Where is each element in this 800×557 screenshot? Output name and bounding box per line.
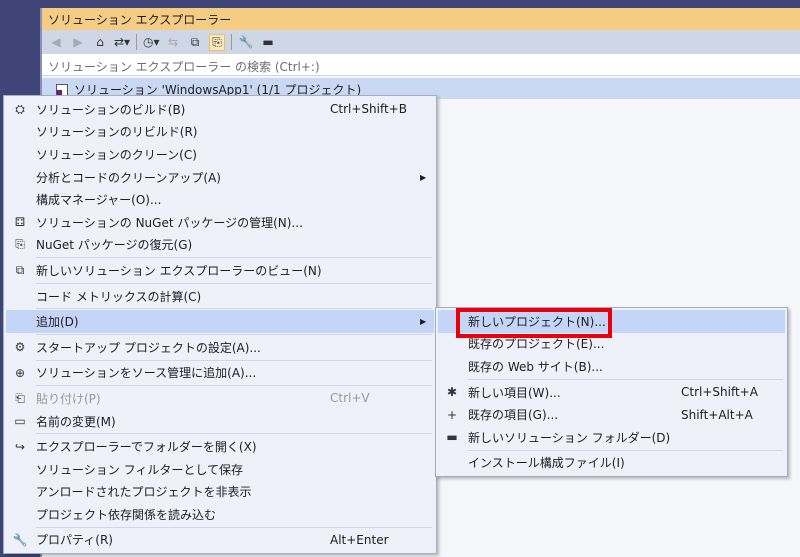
menu-separator bbox=[36, 526, 432, 528]
menu-item-label: プロジェクト依存関係を読み込む bbox=[36, 507, 217, 522]
home-icon[interactable]: ⌂ bbox=[92, 35, 108, 49]
menu-item[interactable]: 追加(D) ▶ bbox=[6, 310, 434, 333]
sync-icon[interactable]: ⇆ bbox=[165, 35, 181, 49]
menu-item[interactable]: + 既存の項目(G)... Shift+Alt+A bbox=[438, 403, 785, 426]
preview-icon[interactable]: ▬ bbox=[260, 35, 276, 49]
menu-item-icon: ✱ bbox=[446, 385, 458, 400]
menu-item-icon: ⎗ bbox=[15, 390, 25, 405]
menu-item-label: ソリューション フィルターとして保存 bbox=[36, 462, 243, 477]
menu-item-label: ソリューションのクリーン(C) bbox=[36, 147, 197, 162]
menu-item[interactable]: ✱ 新しい項目(W)... Ctrl+Shift+A bbox=[438, 381, 785, 404]
menu-item-shortcut: Alt+Enter bbox=[330, 532, 389, 547]
submenu-arrow-icon: ▶ bbox=[420, 317, 427, 327]
menu-item-label: スタートアップ プロジェクトの設定(A)... bbox=[36, 340, 261, 355]
menu-item-label: ソリューションのビルド(B) bbox=[36, 102, 186, 117]
menu-item-icon: ⛭ bbox=[15, 101, 25, 116]
menu-item-label: ソリューションのリビルド(R) bbox=[36, 125, 198, 140]
menu-separator bbox=[468, 378, 783, 380]
menu-item-label: NuGet パッケージの復元(G) bbox=[36, 238, 193, 253]
menu-item-icon: ⎘ bbox=[15, 237, 25, 252]
menu-separator bbox=[36, 359, 432, 361]
toolbar-separator bbox=[136, 34, 137, 50]
menu-item-label: 貼り付け(P) bbox=[36, 391, 101, 406]
menu-separator bbox=[36, 282, 432, 284]
solution-icon bbox=[56, 83, 68, 96]
menu-item-label: インストール構成ファイル(I) bbox=[468, 456, 625, 471]
menu-item-label: コード メトリックスの計算(C) bbox=[36, 289, 202, 304]
menu-item-label: プロパティ(R) bbox=[36, 533, 113, 548]
menu-item-label: ソリューションの NuGet パッケージの管理(N)... bbox=[36, 215, 303, 230]
menu-item-shortcut: Shift+Alt+A bbox=[681, 407, 753, 422]
menu-item-icon: ▬ bbox=[446, 430, 458, 445]
menu-item[interactable]: プロジェクト依存関係を読み込む bbox=[6, 503, 434, 526]
menu-separator bbox=[468, 449, 783, 451]
menu-item[interactable]: ⛭ ソリューションのビルド(B) Ctrl+Shift+B bbox=[6, 98, 434, 121]
menu-item-icon: ▭ bbox=[14, 414, 26, 429]
context-menu: ⛭ ソリューションのビルド(B) Ctrl+Shift+B ソリューションのリビルド(… bbox=[3, 95, 437, 555]
menu-item-icon: ↪ bbox=[14, 439, 26, 454]
toolbar: ◀ ▶ ⌂ ⇄▾ ◷▾ ⇆ ⧉ ⎘ 🔧 ▬ bbox=[42, 30, 800, 54]
menu-item-icon: ⧉ bbox=[15, 262, 25, 277]
menu-item[interactable]: ソリューションのリビルド(R) bbox=[6, 121, 434, 144]
menu-item-label: 分析とコードのクリーンアップ(A) bbox=[36, 170, 221, 185]
menu-item-icon: ⚃ bbox=[14, 215, 26, 230]
menu-item-label: 既存の Web サイト(B)... bbox=[468, 359, 603, 374]
menu-item[interactable]: インストール構成ファイル(I) bbox=[438, 452, 785, 475]
menu-item[interactable]: 既存の Web サイト(B)... bbox=[438, 355, 785, 378]
menu-item[interactable]: ⧉ 新しいソリューション エクスプローラーのビュー(N) bbox=[6, 259, 434, 282]
menu-item-label: ソリューションをソース管理に追加(A)... bbox=[36, 366, 257, 381]
submenu-arrow-icon: ▶ bbox=[420, 172, 427, 182]
menu-item[interactable]: ▬ 新しいソリューション フォルダー(D) bbox=[438, 426, 785, 449]
switch-views-icon[interactable]: ⇄▾ bbox=[114, 35, 130, 49]
properties-icon[interactable]: 🔧 bbox=[238, 35, 254, 49]
menu-separator bbox=[36, 257, 432, 259]
menu-item-shortcut: Ctrl+Shift+A bbox=[681, 385, 758, 400]
menu-item-label: 新しいソリューション エクスプローラーのビュー(N) bbox=[36, 263, 322, 278]
menu-item[interactable]: ソリューションのクリーン(C) bbox=[6, 143, 434, 166]
menu-item[interactable]: ↪ エクスプローラーでフォルダーを開く(X) bbox=[6, 435, 434, 458]
forward-icon[interactable]: ▶ bbox=[70, 35, 86, 49]
menu-item[interactable]: 🔧 プロパティ(R) Alt+Enter bbox=[6, 529, 434, 552]
highlight-box bbox=[456, 308, 612, 338]
menu-separator bbox=[36, 308, 432, 310]
menu-item-icon: 🔧 bbox=[12, 532, 28, 547]
menu-item[interactable]: ⚃ ソリューションの NuGet パッケージの管理(N)... bbox=[6, 211, 434, 234]
menu-item[interactable]: 構成マネージャー(O)... bbox=[6, 188, 434, 211]
menu-item-label: エクスプローラーでフォルダーを開く(X) bbox=[36, 440, 257, 455]
back-icon[interactable]: ◀ bbox=[48, 35, 64, 49]
menu-separator bbox=[36, 333, 432, 335]
menu-item-icon: ⊕ bbox=[14, 365, 26, 380]
menu-item[interactable]: ⊕ ソリューションをソース管理に追加(A)... bbox=[6, 362, 434, 385]
menu-item[interactable]: ソリューション フィルターとして保存 bbox=[6, 458, 434, 481]
menu-item-label: 新しいソリューション フォルダー(D) bbox=[468, 430, 671, 445]
menu-item[interactable]: ⎘ NuGet パッケージの復元(G) bbox=[6, 234, 434, 257]
menu-item-label: アンロードされたプロジェクトを非表示 bbox=[36, 485, 252, 500]
menu-item[interactable]: ⚙ スタートアップ プロジェクトの設定(A)... bbox=[6, 336, 434, 359]
menu-item[interactable]: コード メトリックスの計算(C) bbox=[6, 285, 434, 308]
menu-item-icon: ⚙ bbox=[14, 340, 26, 355]
pending-changes-icon[interactable]: ◷▾ bbox=[143, 35, 160, 49]
show-all-files-icon[interactable]: ⎘ bbox=[209, 33, 225, 51]
menu-item-label: 構成マネージャー(O)... bbox=[36, 193, 162, 208]
menu-separator bbox=[36, 385, 432, 387]
menu-item-icon: + bbox=[446, 407, 458, 422]
menu-item[interactable]: アンロードされたプロジェクトを非表示 bbox=[6, 481, 434, 504]
menu-item-shortcut: Ctrl+Shift+B bbox=[330, 102, 407, 117]
search-input[interactable]: ソリューション エクスプローラー の検索 (Ctrl+:) bbox=[42, 54, 800, 76]
collapse-all-icon[interactable]: ⧉ bbox=[187, 35, 203, 50]
menu-item[interactable]: ⎗ 貼り付け(P) Ctrl+V bbox=[6, 387, 434, 410]
menu-item-label: 新しい項目(W)... bbox=[468, 385, 561, 400]
menu-item-label: 既存の項目(G)... bbox=[468, 408, 559, 423]
toolbar-separator bbox=[231, 34, 232, 50]
panel-title: ソリューション エクスプローラー bbox=[42, 8, 800, 30]
menu-separator bbox=[36, 433, 432, 435]
menu-item-label: 追加(D) bbox=[36, 315, 79, 330]
background-top bbox=[40, 0, 800, 8]
menu-item[interactable]: 分析とコードのクリーンアップ(A) ▶ bbox=[6, 166, 434, 189]
menu-item-shortcut: Ctrl+V bbox=[330, 391, 370, 406]
menu-item-label: 名前の変更(M) bbox=[36, 414, 116, 429]
menu-item[interactable]: ▭ 名前の変更(M) bbox=[6, 410, 434, 433]
